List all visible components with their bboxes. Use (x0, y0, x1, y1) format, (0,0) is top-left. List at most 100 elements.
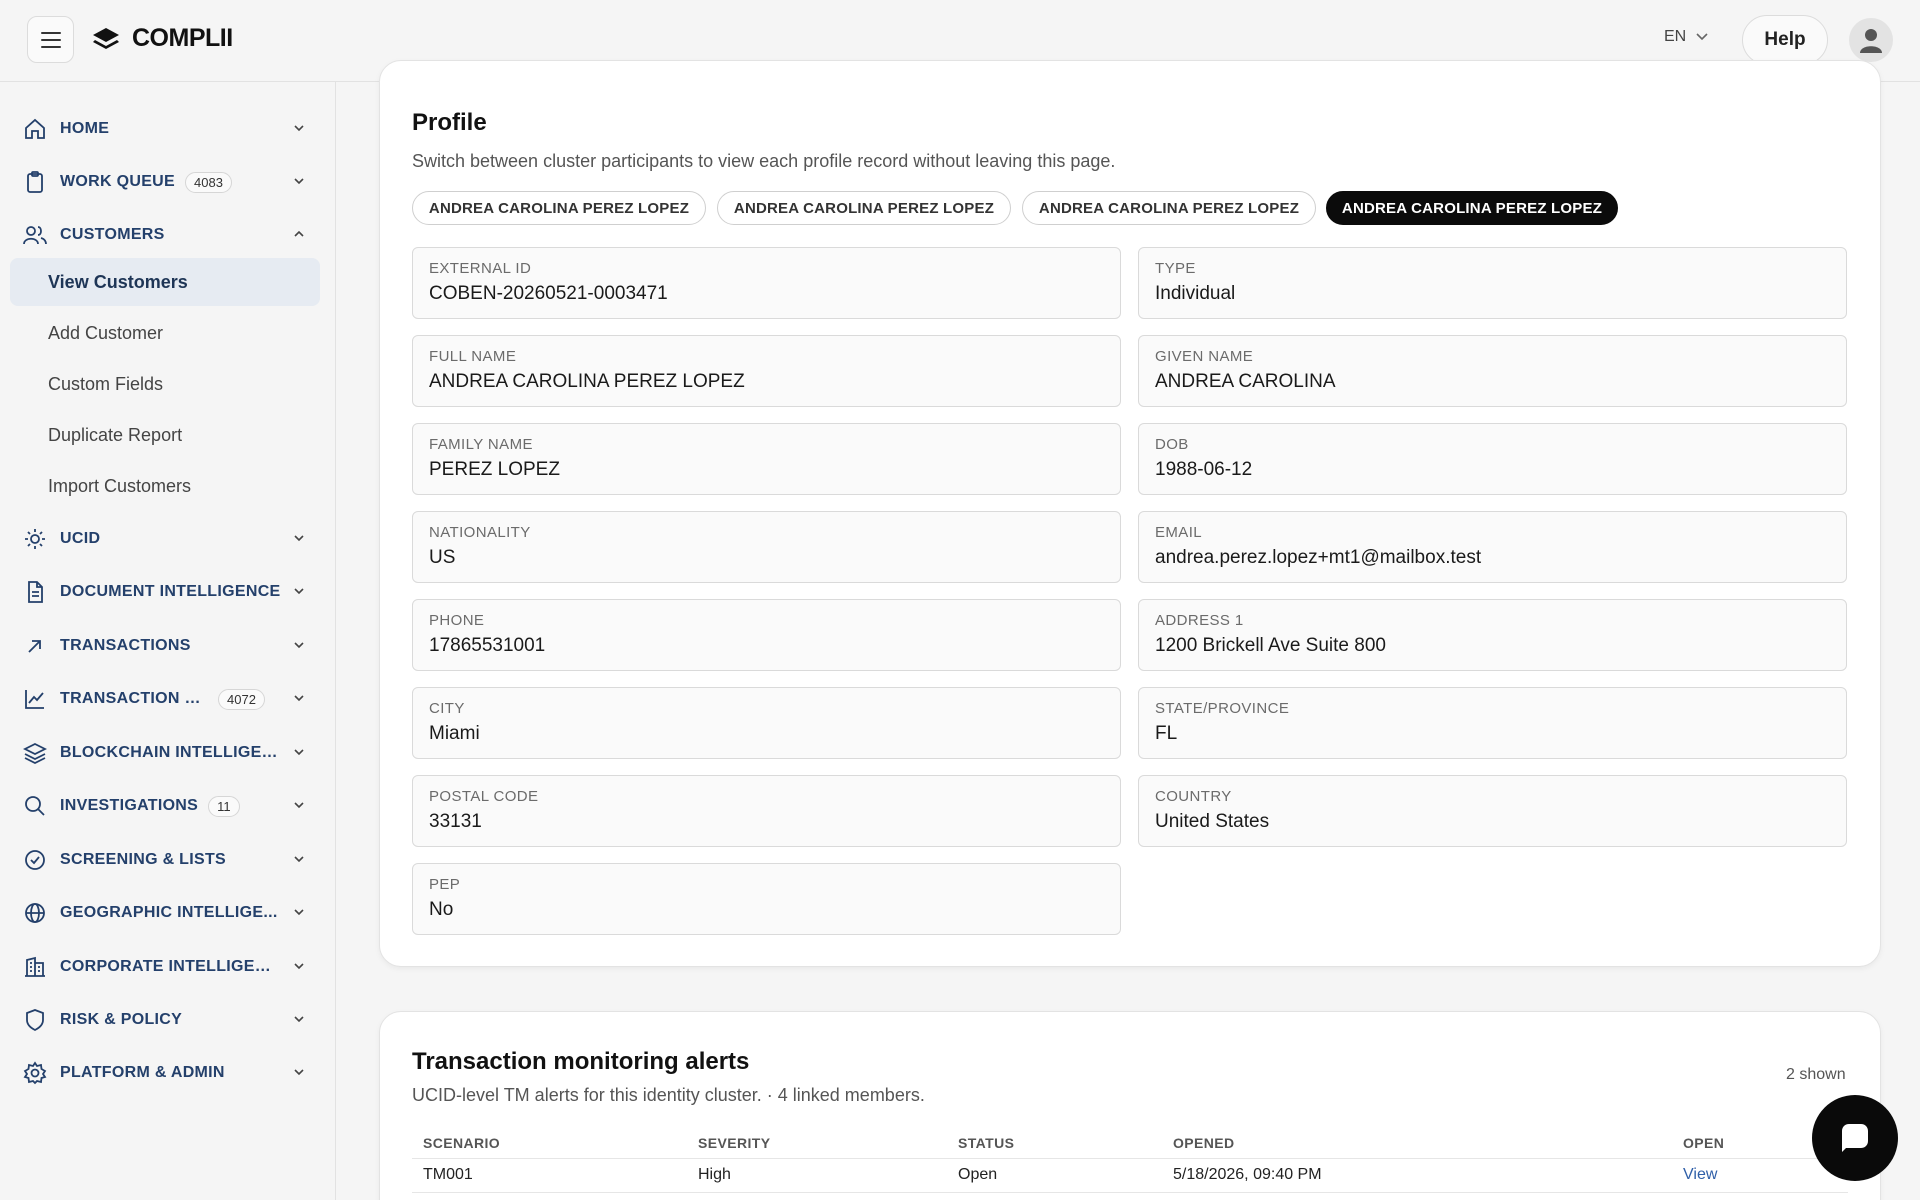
field-value: US (429, 547, 456, 568)
field-label: PHONE (429, 612, 485, 629)
field-value: ANDREA CAROLINA PEREZ LOPEZ (429, 371, 745, 392)
building-icon (22, 954, 48, 980)
field-address-1: ADDRESS 1 1200 Brickell Ave Suite 800 (1138, 599, 1847, 671)
sidebar-item-risk-policy[interactable]: RISK & POLICY (10, 997, 320, 1043)
field-email: EMAIL andrea.perez.lopez+mt1@mailbox.tes… (1138, 511, 1847, 583)
sidebar-item-label: CUSTOMERS (60, 226, 165, 243)
logo-icon (93, 27, 119, 49)
field-label: DOB (1155, 436, 1189, 453)
brand-name: COMPLII (132, 24, 233, 52)
sidebar-item-home[interactable]: HOME (10, 106, 320, 152)
chevron-down-icon (294, 1016, 304, 1023)
participant-chip-active[interactable]: ANDREA CAROLINA PEREZ LOPEZ (1326, 191, 1618, 225)
field-label: GIVEN NAME (1155, 348, 1254, 365)
sidebar-item-ucid[interactable]: UCID (10, 516, 320, 562)
help-button[interactable]: Help (1742, 15, 1828, 65)
sidebar-item-label: SCREENING & LISTS (60, 851, 227, 868)
field-nationality: NATIONALITY US (412, 511, 1121, 583)
chat-bubble-icon (1842, 1124, 1868, 1152)
field-value: FL (1155, 723, 1178, 744)
cell-opened: 5/18/2026, 09:40 PM (1173, 1166, 1322, 1183)
field-label: FAMILY NAME (429, 436, 533, 453)
sun-icon (22, 526, 48, 552)
chevron-down-icon (294, 695, 304, 702)
sidebar-item-label: INVESTIGATIONS (60, 797, 199, 814)
field-postal-code: POSTAL CODE 33131 (412, 775, 1121, 847)
chevron-down-icon (294, 909, 304, 916)
sidebar-item-investigations[interactable]: INVESTIGATIONS 11 (10, 783, 320, 829)
language-selector[interactable]: EN (1664, 28, 1708, 46)
brand-logo[interactable]: COMPLII (92, 24, 233, 53)
sidebar-item-label: TRANSACTIONS (60, 637, 191, 654)
sidebar-item-document-intelligence[interactable]: DOCUMENT INTELLIGENCE (10, 569, 320, 615)
field-given-name: GIVEN NAME ANDREA CAROLINA (1138, 335, 1847, 407)
column-header-opened: OPENED (1173, 1135, 1235, 1151)
field-phone: PHONE 17865531001 (412, 599, 1121, 671)
field-value: No (429, 899, 454, 920)
column-header-severity: SEVERITY (698, 1135, 771, 1151)
chevron-up-icon (294, 230, 304, 237)
sidebar-item-corporate-intelligence[interactable]: CORPORATE INTELLIGEN... (10, 944, 320, 990)
participant-chip[interactable]: ANDREA CAROLINA PEREZ LOPEZ (717, 191, 1011, 225)
field-family-name: FAMILY NAME PEREZ LOPEZ (412, 423, 1121, 495)
sidebar-item-label: PLATFORM & ADMIN (60, 1064, 225, 1081)
sidebar-item-label: HOME (60, 120, 110, 137)
sidebar-item-blockchain-intelligence[interactable]: BLOCKCHAIN INTELLIGEN... (10, 730, 320, 776)
sidebar-item-label: CORPORATE INTELLIGEN... (60, 958, 280, 975)
chat-fab-button[interactable] (1812, 1095, 1898, 1181)
cell-status: Open (958, 1166, 998, 1183)
field-state-province: STATE/PROVINCE FL (1138, 687, 1847, 759)
sidebar-subitem-view-customers[interactable]: View Customers (10, 258, 320, 306)
sidebar-subitem-import-customers[interactable]: Import Customers (10, 462, 320, 510)
sidebar-item-platform-admin[interactable]: PLATFORM & ADMIN (10, 1050, 320, 1096)
field-value: 1200 Brickell Ave Suite 800 (1155, 635, 1386, 656)
field-value: Miami (429, 723, 480, 744)
field-external-id: EXTERNAL ID COBEN-20260521-0003471 (412, 247, 1121, 319)
chevron-down-icon (294, 856, 304, 863)
gear-icon (22, 1060, 48, 1086)
hamburger-icon (40, 31, 61, 48)
sidebar-item-label: RISK & POLICY (60, 1011, 183, 1028)
sidebar-item-transaction-monitoring[interactable]: TRANSACTION M... 4072 (10, 676, 320, 722)
sidebar-item-geographic-intelligence[interactable]: GEOGRAPHIC INTELLIGE... (10, 890, 320, 936)
sidebar-item-transactions[interactable]: TRANSACTIONS (10, 623, 320, 669)
sidebar-subitem-duplicate-report[interactable]: Duplicate Report (10, 411, 320, 459)
layers-icon (22, 740, 48, 766)
sidebar-item-label: GEOGRAPHIC INTELLIGE... (60, 904, 278, 921)
participant-chip[interactable]: ANDREA CAROLINA PEREZ LOPEZ (1022, 191, 1316, 225)
table-divider (412, 1192, 1848, 1193)
sidebar-subitem-custom-fields[interactable]: Custom Fields (10, 360, 320, 408)
sidebar-subitem-add-customer[interactable]: Add Customer (10, 309, 320, 357)
chevron-down-icon (294, 749, 304, 756)
field-label: STATE/PROVINCE (1155, 700, 1290, 717)
language-code: EN (1664, 28, 1687, 45)
field-full-name: FULL NAME ANDREA CAROLINA PEREZ LOPEZ (412, 335, 1121, 407)
count-badge: 4072 (218, 688, 265, 710)
field-label: COUNTRY (1155, 788, 1232, 805)
sidebar-item-label: UCID (60, 530, 101, 547)
profile-title: Profile (412, 109, 487, 136)
chevron-down-icon (294, 963, 304, 970)
chevron-down-icon (294, 642, 304, 649)
field-value: 1988-06-12 (1155, 459, 1253, 480)
alerts-subtitle: UCID-level TM alerts for this identity c… (412, 1085, 925, 1105)
chevron-down-icon (294, 802, 304, 809)
line-chart-icon (22, 686, 48, 712)
view-alert-link[interactable]: View (1683, 1166, 1717, 1184)
participant-chip[interactable]: ANDREA CAROLINA PEREZ LOPEZ (412, 191, 706, 225)
field-country: COUNTRY United States (1138, 775, 1847, 847)
profile-subtitle: Switch between cluster participants to v… (412, 151, 1116, 171)
sidebar-item-customers[interactable]: CUSTOMERS (10, 212, 320, 258)
field-label: NATIONALITY (429, 524, 531, 541)
field-value: 33131 (429, 811, 482, 832)
field-value: Individual (1155, 283, 1236, 304)
field-label: EMAIL (1155, 524, 1203, 541)
menu-toggle-button[interactable] (27, 16, 74, 63)
chevron-down-icon (294, 535, 304, 542)
sidebar-item-work-queue[interactable]: WORK QUEUE 4083 (10, 159, 320, 205)
count-badge: 4083 (185, 171, 232, 193)
sidebar-item-label: BLOCKCHAIN INTELLIGEN... (60, 744, 280, 761)
arrow-up-right-icon (22, 633, 48, 659)
sidebar-item-screening-lists[interactable]: SCREENING & LISTS (10, 837, 320, 883)
avatar[interactable] (1849, 18, 1893, 62)
